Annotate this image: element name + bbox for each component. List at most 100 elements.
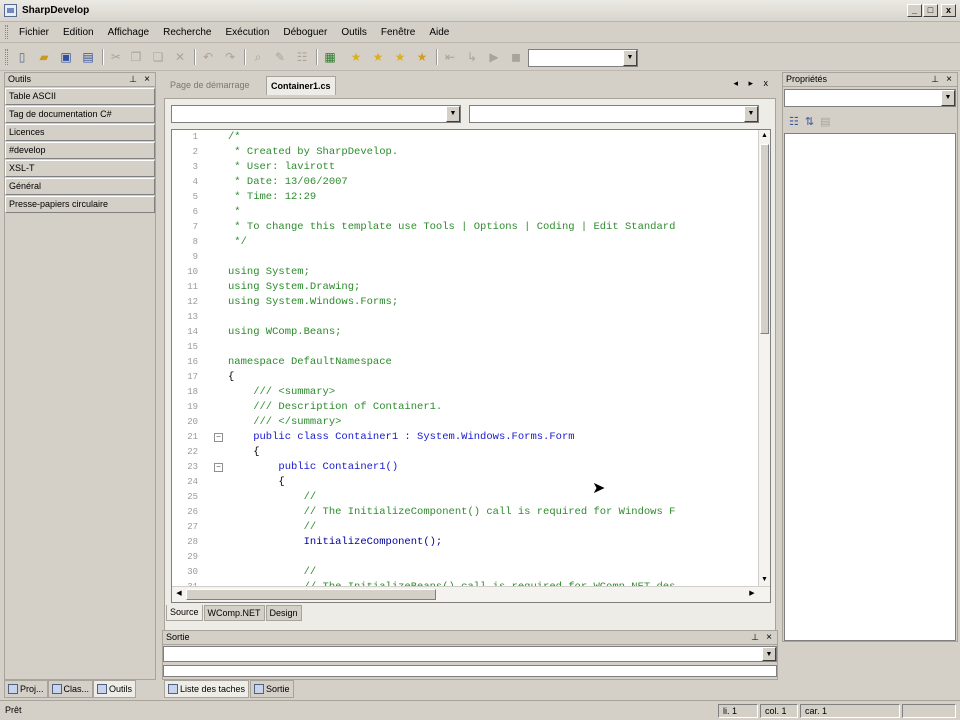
tab-classes[interactable]: Clas... [47, 680, 94, 698]
tool-category-general[interactable]: Général [5, 178, 155, 195]
bookmark-prev-button[interactable]: ★ [370, 49, 386, 65]
tab-task-list[interactable]: Liste des taches [164, 680, 250, 698]
code-line[interactable]: 23 − public Container1() [172, 460, 762, 475]
code-line[interactable]: 5 * Time: 12:29 [172, 190, 762, 205]
chevron-down-icon[interactable]: ▼ [446, 106, 460, 122]
chevron-down-icon[interactable]: ▼ [623, 50, 637, 66]
chevron-down-icon[interactable]: ▼ [762, 647, 776, 661]
code-editor[interactable]: 1/* 2 * Created by SharpDevelop. 3 * User:… [171, 129, 771, 603]
code-line[interactable]: 17 { [172, 370, 762, 385]
alphabetical-icon[interactable]: ⇅ [805, 115, 814, 128]
new-file-button[interactable]: ▯ [14, 49, 30, 65]
code-line[interactable]: 7 * To change this template use Tools | … [172, 220, 762, 235]
close-button[interactable]: x [941, 4, 956, 17]
step-back-button[interactable]: ⇤ [442, 49, 458, 65]
code-line[interactable]: 6 * [172, 205, 762, 220]
code-line[interactable]: 28 InitializeComponent(); [172, 535, 762, 550]
vertical-scroll-thumb[interactable] [760, 144, 769, 334]
menubar-grip[interactable] [5, 25, 8, 39]
code-line[interactable]: 16 namespace DefaultNamespace [172, 355, 762, 370]
close-icon[interactable]: × [766, 631, 772, 644]
class-combo[interactable]: ▼ [171, 105, 461, 123]
code-line[interactable]: 9 [172, 250, 762, 265]
categorized-icon[interactable]: ☷ [789, 115, 799, 128]
open-folder-button[interactable]: ▰ [36, 49, 52, 65]
code-line[interactable]: 27 // [172, 520, 762, 535]
menu-outils[interactable]: Outils [334, 27, 374, 38]
toolbar-combo[interactable]: ▼ [528, 49, 638, 67]
menu-execution[interactable]: Exécution [218, 27, 276, 38]
menu-recherche[interactable]: Recherche [156, 27, 218, 38]
code-line[interactable]: 20 /// </summary> [172, 415, 762, 430]
code-line[interactable]: 25 // [172, 490, 762, 505]
output-source-combo[interactable]: ▼ [163, 646, 777, 662]
code-line[interactable]: 11 using System.Drawing; [172, 280, 762, 295]
save-button[interactable]: ▣ [58, 49, 74, 65]
code-line[interactable]: 2 * Created by SharpDevelop. [172, 145, 762, 160]
vertical-scrollbar[interactable]: ▲ ▼ [758, 130, 770, 586]
find-button[interactable]: ⌕ [250, 49, 266, 65]
redo-button[interactable]: ↷ [222, 49, 238, 65]
scroll-down-icon[interactable]: ▼ [759, 574, 770, 586]
code-line[interactable]: 21 − public class Container1 : System.Win… [172, 430, 762, 445]
delete-button[interactable]: ✕ [172, 49, 188, 65]
chevron-down-icon[interactable]: ▼ [744, 106, 758, 122]
menu-affichage[interactable]: Affichage [101, 27, 157, 38]
code-line[interactable]: 3 * User: lavirott [172, 160, 762, 175]
tab-design[interactable]: Design [265, 605, 302, 621]
menu-aide[interactable]: Aide [422, 27, 456, 38]
scroll-left-icon[interactable]: ◀ [173, 588, 185, 600]
tab-output[interactable]: Sortie [250, 680, 294, 698]
stop-button[interactable]: ◼ [508, 49, 524, 65]
fold-toggle-icon[interactable]: − [214, 433, 223, 442]
toggle-output-button[interactable]: ▦ [322, 49, 338, 65]
code-line[interactable]: 18 /// <summary> [172, 385, 762, 400]
cut-button[interactable]: ✂ [108, 49, 124, 65]
code-line[interactable]: 4 * Date: 13/06/2007 [172, 175, 762, 190]
find-replace-button[interactable]: ✎ [272, 49, 288, 65]
menu-fichier[interactable]: Fichier [12, 27, 56, 38]
horizontal-scrollbar[interactable]: ◀ ▶ [172, 586, 770, 602]
tool-category-licences[interactable]: Licences [5, 124, 155, 141]
code-line[interactable]: 12 using System.Windows.Forms; [172, 295, 762, 310]
tab-start-page[interactable]: Page de démarrage [166, 76, 254, 95]
horizontal-scroll-thumb[interactable] [186, 589, 436, 600]
step-button[interactable]: ↳ [464, 49, 480, 65]
copy-button[interactable]: ❐ [128, 49, 144, 65]
fold-toggle-icon[interactable]: − [214, 463, 223, 472]
code-line[interactable]: 29 [172, 550, 762, 565]
object-selector-combo[interactable]: ▼ [784, 89, 956, 107]
save-all-button[interactable]: ▤ [80, 49, 96, 65]
menu-deboguer[interactable]: Déboguer [276, 27, 334, 38]
code-line[interactable]: 14 using WComp.Beans; [172, 325, 762, 340]
tab-wcomp-net[interactable]: WComp.NET [203, 605, 265, 621]
code-line[interactable]: 26 // The InitializeComponent() call is … [172, 505, 762, 520]
find-in-files-button[interactable]: ☷ [294, 49, 310, 65]
tab-container1-cs[interactable]: Container1.cs [266, 76, 336, 95]
paste-button[interactable]: ❏ [150, 49, 166, 65]
tool-category-develop[interactable]: #develop [5, 142, 155, 159]
run-button[interactable]: ▶ [486, 49, 502, 65]
property-grid[interactable] [784, 133, 956, 641]
tool-category-ascii[interactable]: Table ASCII [5, 88, 155, 105]
pin-icon[interactable]: ⊥ [751, 631, 759, 644]
menu-edition[interactable]: Edition [56, 27, 101, 38]
code-line[interactable]: 10 using System; [172, 265, 762, 280]
code-line[interactable]: 1 /* [172, 130, 762, 145]
scroll-up-icon[interactable]: ▲ [759, 130, 770, 142]
bookmark-clear-button[interactable]: ★ [414, 49, 430, 65]
code-line[interactable]: 30 // [172, 565, 762, 580]
close-icon[interactable]: × [144, 73, 150, 86]
code-line[interactable]: 8 */ [172, 235, 762, 250]
tab-tools[interactable]: Outils [93, 680, 137, 698]
tab-source[interactable]: Source [166, 605, 203, 621]
bookmark-next-button[interactable]: ★ [392, 49, 408, 65]
tool-category-doc-tags[interactable]: Tag de documentation C# [5, 106, 155, 123]
pin-icon[interactable]: ⊥ [129, 73, 137, 86]
scroll-right-icon[interactable]: ▶ [746, 588, 758, 600]
minimize-button[interactable]: _ [907, 4, 922, 17]
close-icon[interactable]: × [946, 73, 952, 86]
code-line[interactable]: 13 [172, 310, 762, 325]
code-line[interactable]: 19 /// Description of Container1. [172, 400, 762, 415]
pin-icon[interactable]: ⊥ [931, 73, 939, 86]
